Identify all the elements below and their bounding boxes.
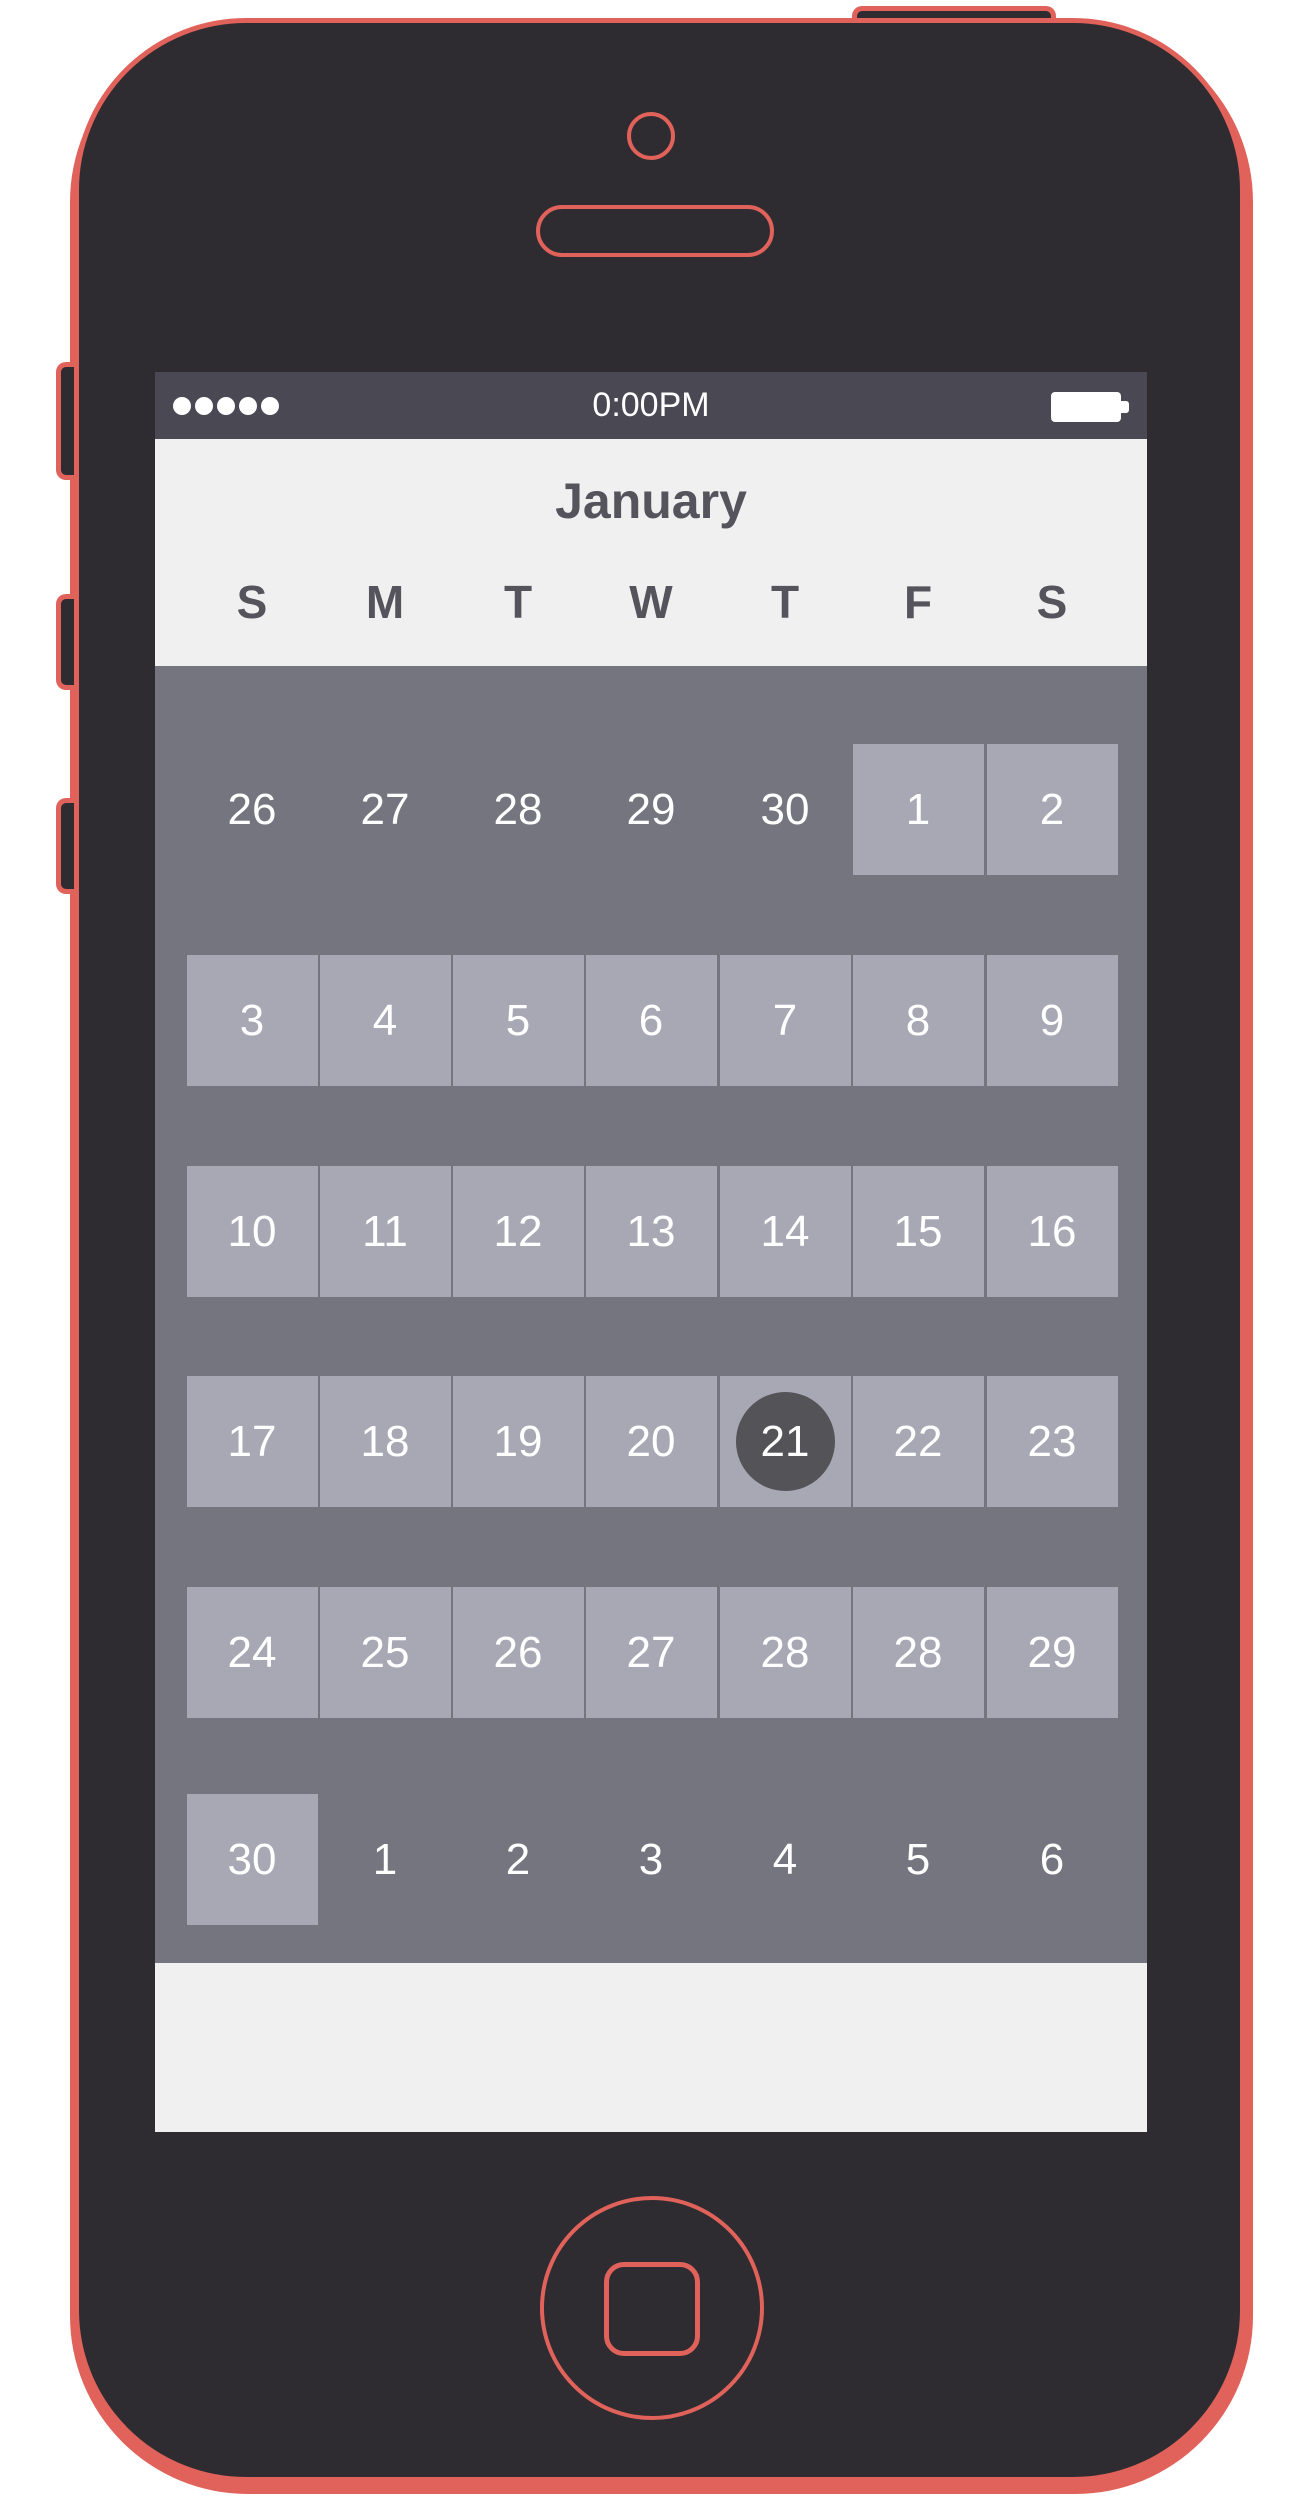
calendar-day-selected[interactable]: 21 (719, 1376, 851, 1507)
calendar-day-number: 2 (1039, 785, 1065, 834)
home-button-icon (604, 2262, 700, 2356)
calendar-day-outside-month[interactable]: 3 (586, 1794, 717, 1925)
calendar-day-number: 17 (227, 1417, 277, 1466)
calendar-day-number: 12 (493, 1207, 543, 1256)
calendar-day-outside-month[interactable]: 5 (853, 1794, 984, 1925)
calendar-day-number: 23 (1027, 1417, 1077, 1466)
calendar-day-number: 27 (360, 785, 410, 834)
weekday-label: F (903, 576, 933, 628)
calendar-day-outside-month[interactable]: 30 (720, 744, 851, 875)
calendar-day-number: 21 (760, 1417, 810, 1466)
calendar-day-outside-month[interactable]: 26 (187, 744, 318, 875)
calendar-day[interactable]: 15 (852, 1166, 984, 1297)
calendar-day-number: 30 (760, 785, 810, 834)
calendar-day[interactable]: 4 (319, 955, 451, 1086)
calendar-day[interactable]: 11 (319, 1166, 451, 1297)
screen: 0:00PM January SMTWTFS 26 27 28 29 30 1 2 3 4 5 6 7… (155, 372, 1147, 2132)
calendar-day-number: 13 (626, 1207, 676, 1256)
calendar-day-number: 19 (493, 1417, 543, 1466)
calendar-day[interactable]: 23 (986, 1376, 1118, 1507)
calendar-day-outside-month[interactable]: 1 (320, 1794, 451, 1925)
calendar-day-number: 30 (227, 1835, 277, 1884)
calendar-day[interactable]: 8 (852, 955, 984, 1086)
calendar-day-number: 5 (505, 996, 531, 1045)
calendar-day-number: 10 (227, 1207, 277, 1256)
weekday-label: M (365, 576, 405, 628)
calendar-day[interactable]: 28 (852, 1587, 984, 1718)
calendar-day[interactable]: 20 (585, 1376, 717, 1507)
calendar-day-number: 8 (905, 996, 931, 1045)
status-time: 0:00PM (592, 386, 710, 424)
calendar-day-outside-month[interactable]: 4 (720, 1794, 851, 1925)
calendar-day[interactable]: 25 (319, 1587, 451, 1718)
earpiece-speaker (536, 205, 774, 257)
calendar-day-number: 26 (227, 785, 277, 834)
calendar-day[interactable]: 17 (186, 1376, 318, 1507)
calendar-day-number: 25 (360, 1628, 410, 1677)
calendar-day[interactable]: 27 (585, 1587, 717, 1718)
calendar-day[interactable]: 30 (186, 1794, 318, 1925)
calendar-day-number: 14 (760, 1207, 810, 1256)
calendar-day-number: 27 (626, 1628, 676, 1677)
calendar-day[interactable]: 14 (719, 1166, 851, 1297)
calendar-day[interactable]: 10 (186, 1166, 318, 1297)
calendar-day[interactable]: 3 (186, 955, 318, 1086)
calendar-day-number: 29 (1027, 1628, 1077, 1677)
battery-full-icon (1051, 392, 1129, 422)
weekday-label: S (236, 576, 268, 628)
calendar-day-number: 16 (1027, 1207, 1077, 1256)
calendar-day-number: 26 (493, 1628, 543, 1677)
calendar-day-number: 22 (893, 1417, 943, 1466)
calendar-day-outside-month[interactable]: 27 (320, 744, 451, 875)
calendar-day-number: 4 (372, 996, 398, 1045)
calendar-day-number: 6 (1039, 1835, 1065, 1884)
calendar-day[interactable]: 22 (852, 1376, 984, 1507)
calendar-day[interactable]: 2 (986, 744, 1118, 875)
calendar-day-number: 4 (772, 1835, 798, 1884)
calendar-day[interactable]: 1 (852, 744, 984, 875)
calendar-day-number: 2 (505, 1835, 531, 1884)
calendar-day-number: 1 (905, 785, 931, 834)
calendar-day[interactable]: 26 (452, 1587, 584, 1718)
calendar-day-number: 6 (638, 996, 664, 1045)
calendar-day[interactable]: 12 (452, 1166, 584, 1297)
weekday-label: S (1036, 576, 1068, 628)
calendar-day[interactable]: 5 (452, 955, 584, 1086)
weekday-label: T (503, 576, 533, 628)
calendar-day-outside-month[interactable]: 28 (453, 744, 584, 875)
calendar-day[interactable]: 13 (585, 1166, 717, 1297)
calendar-day-number: 28 (493, 785, 543, 834)
calendar-day-number: 11 (362, 1207, 408, 1256)
calendar-day[interactable]: 7 (719, 955, 851, 1086)
calendar-day-number: 7 (772, 996, 798, 1045)
calendar-day-number: 9 (1039, 996, 1065, 1045)
calendar-day-number: 28 (760, 1628, 810, 1677)
calendar-day[interactable]: 29 (986, 1587, 1118, 1718)
calendar-day-outside-month[interactable]: 29 (586, 744, 717, 875)
weekday-label: W (629, 576, 673, 628)
calendar-day[interactable]: 24 (186, 1587, 318, 1718)
status-bar: 0:00PM (155, 372, 1147, 439)
weekday-label: T (770, 576, 800, 628)
calendar-day-number: 29 (626, 785, 676, 834)
calendar-day-outside-month[interactable]: 2 (453, 1794, 584, 1925)
calendar-day-number: 1 (372, 1835, 398, 1884)
front-camera (627, 112, 675, 160)
calendar-day-number: 15 (893, 1207, 943, 1256)
calendar-day[interactable]: 28 (719, 1587, 851, 1718)
calendar-day-number: 5 (905, 1835, 931, 1884)
calendar-day-number: 24 (227, 1628, 277, 1677)
calendar-day[interactable]: 16 (986, 1166, 1118, 1297)
calendar-day[interactable]: 19 (452, 1376, 584, 1507)
calendar-day-number: 18 (360, 1417, 410, 1466)
calendar-day[interactable]: 6 (585, 955, 717, 1086)
calendar-day[interactable]: 18 (319, 1376, 451, 1507)
calendar-day[interactable]: 9 (986, 955, 1118, 1086)
calendar-day-number: 3 (239, 996, 265, 1045)
calendar-day-number: 20 (626, 1417, 676, 1466)
calendar-day-number: 3 (638, 1835, 664, 1884)
calendar-day-outside-month[interactable]: 6 (987, 1794, 1118, 1925)
month-title: January (555, 473, 747, 529)
calendar-day-number: 28 (893, 1628, 943, 1677)
